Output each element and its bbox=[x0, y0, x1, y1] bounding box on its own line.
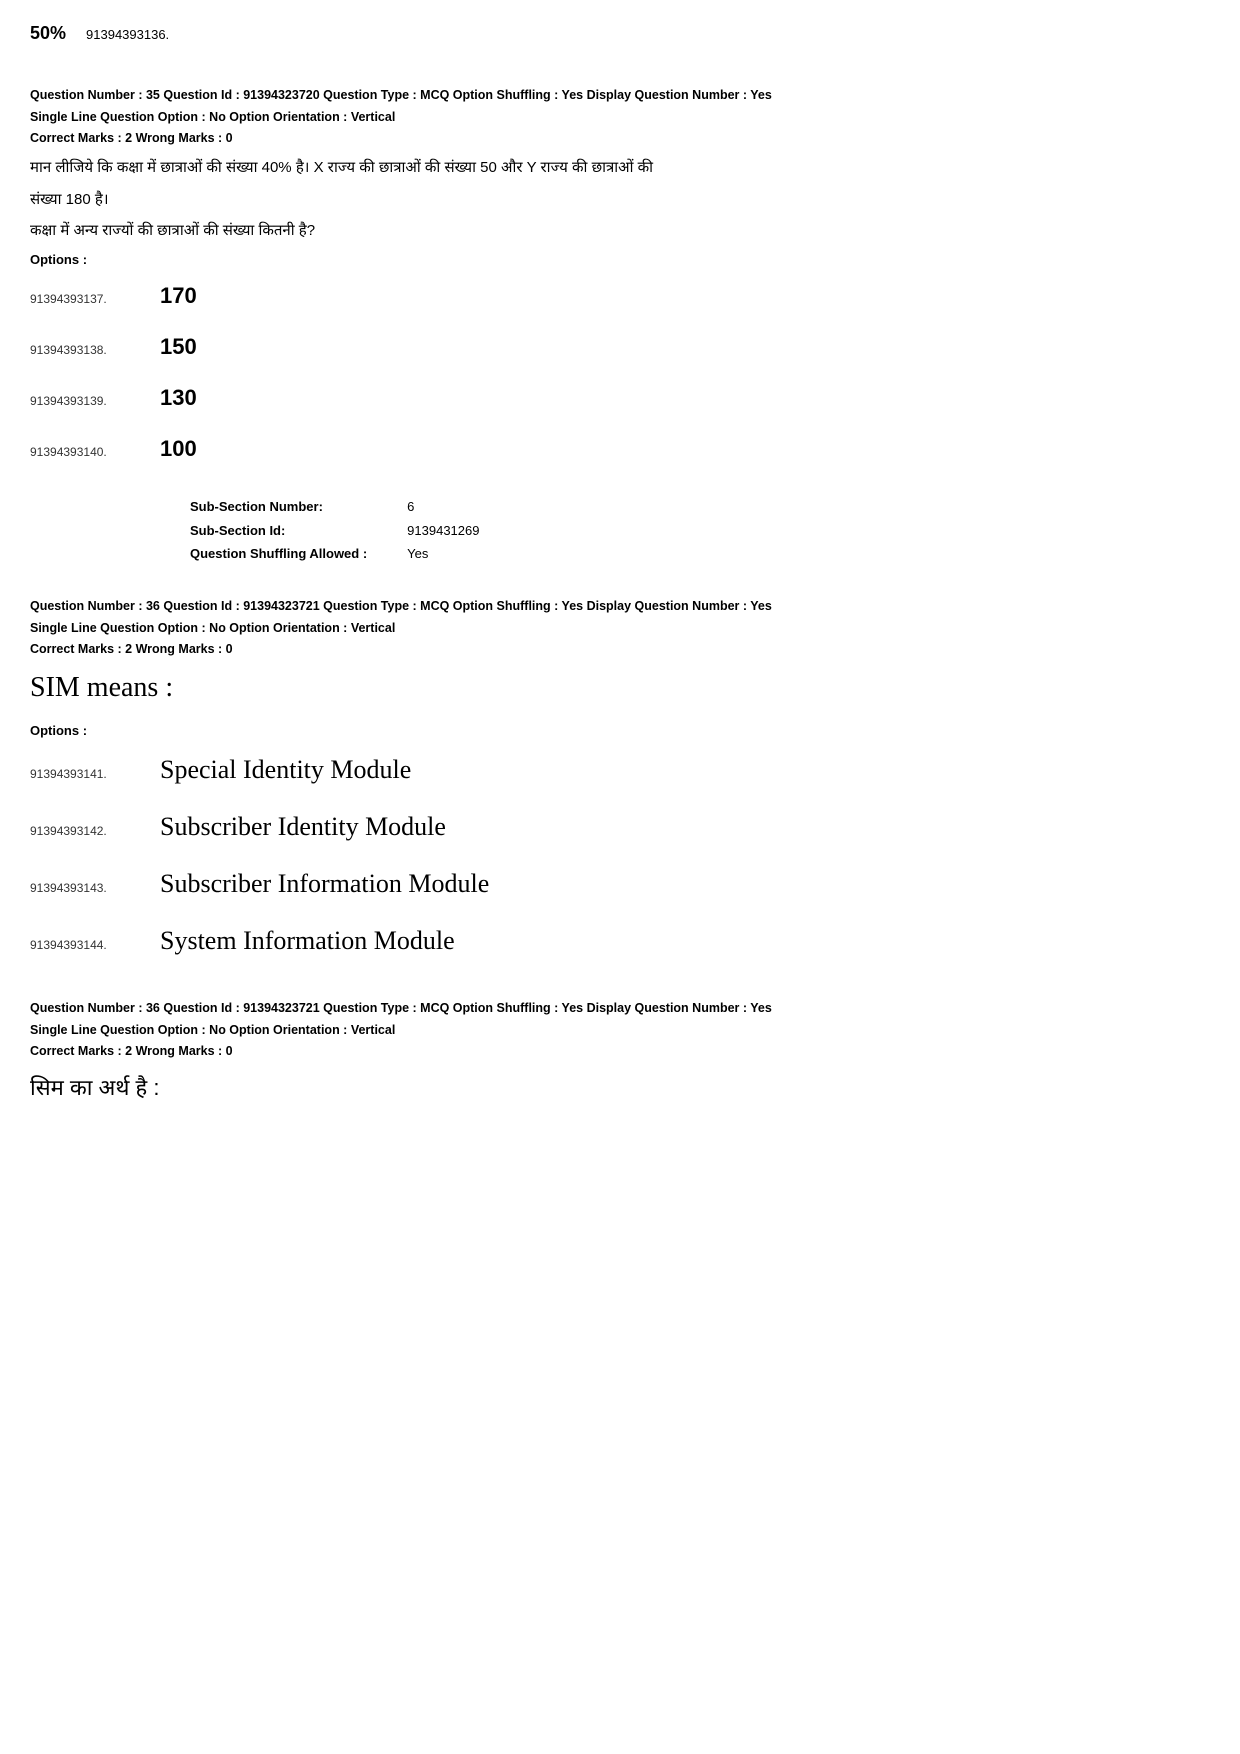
option-36-3: 91394393143. Subscriber Information Modu… bbox=[30, 864, 1210, 903]
question-35-options-label: Options : bbox=[30, 250, 1210, 270]
question-36-en-meta-line1: Question Number : 36 Question Id : 91394… bbox=[30, 596, 1210, 616]
option-36-1-value: Special Identity Module bbox=[160, 750, 411, 789]
question-36-en-options-label: Options : bbox=[30, 721, 1210, 741]
question-36-en-block: Question Number : 36 Question Id : 91394… bbox=[30, 596, 1210, 960]
question-36-hi-text: सिम का अर्थ है : bbox=[30, 1069, 1210, 1106]
subsection-label3: Question Shuffling Allowed : bbox=[190, 542, 407, 566]
question-35-correct-marks: Correct Marks : 2 Wrong Marks : 0 bbox=[30, 129, 1210, 148]
option-35-3-value: 130 bbox=[160, 381, 197, 414]
top-id: 91394393136. bbox=[86, 25, 169, 45]
option-36-4-id: 91394393144. bbox=[30, 936, 150, 954]
subsection-label1: Sub-Section Number: bbox=[190, 495, 407, 519]
option-35-3-id: 91394393139. bbox=[30, 392, 150, 410]
option-35-1: 91394393137. 170 bbox=[30, 279, 1210, 312]
subsection-block: Sub-Section Number: 6 Sub-Section Id: 91… bbox=[190, 495, 1210, 566]
option-36-3-value: Subscriber Information Module bbox=[160, 864, 489, 903]
subsection-value2: 9139431269 bbox=[407, 519, 519, 543]
subsection-value3: Yes bbox=[407, 542, 519, 566]
option-35-2-id: 91394393138. bbox=[30, 341, 150, 359]
option-35-2: 91394393138. 150 bbox=[30, 330, 1210, 363]
question-35-meta-line2: Single Line Question Option : No Option … bbox=[30, 107, 1210, 127]
question-35-meta-line1: Question Number : 35 Question Id : 91394… bbox=[30, 85, 1210, 105]
option-35-1-value: 170 bbox=[160, 279, 197, 312]
option-36-2-id: 91394393142. bbox=[30, 822, 150, 840]
option-36-4: 91394393144. System Information Module bbox=[30, 921, 1210, 960]
option-35-4-id: 91394393140. bbox=[30, 443, 150, 461]
option-36-3-id: 91394393143. bbox=[30, 879, 150, 897]
question-36-hi-meta-line2: Single Line Question Option : No Option … bbox=[30, 1020, 1210, 1040]
question-36-en-text: SIM means : bbox=[30, 667, 1210, 709]
option-36-1: 91394393141. Special Identity Module bbox=[30, 750, 1210, 789]
question-36-hi-meta-line1: Question Number : 36 Question Id : 91394… bbox=[30, 998, 1210, 1018]
question-36-hi-correct-marks: Correct Marks : 2 Wrong Marks : 0 bbox=[30, 1042, 1210, 1061]
option-35-4: 91394393140. 100 bbox=[30, 432, 1210, 465]
option-36-2: 91394393142. Subscriber Identity Module bbox=[30, 807, 1210, 846]
option-36-2-value: Subscriber Identity Module bbox=[160, 807, 446, 846]
question-36-en-meta-line2: Single Line Question Option : No Option … bbox=[30, 618, 1210, 638]
option-36-4-value: System Information Module bbox=[160, 921, 455, 960]
percent-header: 50% bbox=[30, 20, 66, 47]
question-36-hi-block: Question Number : 36 Question Id : 91394… bbox=[30, 998, 1210, 1106]
option-35-1-id: 91394393137. bbox=[30, 290, 150, 308]
question-36-en-correct-marks: Correct Marks : 2 Wrong Marks : 0 bbox=[30, 640, 1210, 659]
question-35-text-line1: मान लीजिये कि कक्षा में छात्राओं की संख्… bbox=[30, 155, 1210, 181]
option-35-2-value: 150 bbox=[160, 330, 197, 363]
subsection-value1: 6 bbox=[407, 495, 519, 519]
subsection-label2: Sub-Section Id: bbox=[190, 519, 407, 543]
question-35-text-line2: संख्या 180 है। bbox=[30, 187, 1210, 213]
option-36-1-id: 91394393141. bbox=[30, 765, 150, 783]
option-35-3: 91394393139. 130 bbox=[30, 381, 1210, 414]
option-35-4-value: 100 bbox=[160, 432, 197, 465]
question-35-block: Question Number : 35 Question Id : 91394… bbox=[30, 85, 1210, 466]
question-35-text-line3: कक्षा में अन्य राज्यों की छात्राओं की सं… bbox=[30, 218, 1210, 244]
